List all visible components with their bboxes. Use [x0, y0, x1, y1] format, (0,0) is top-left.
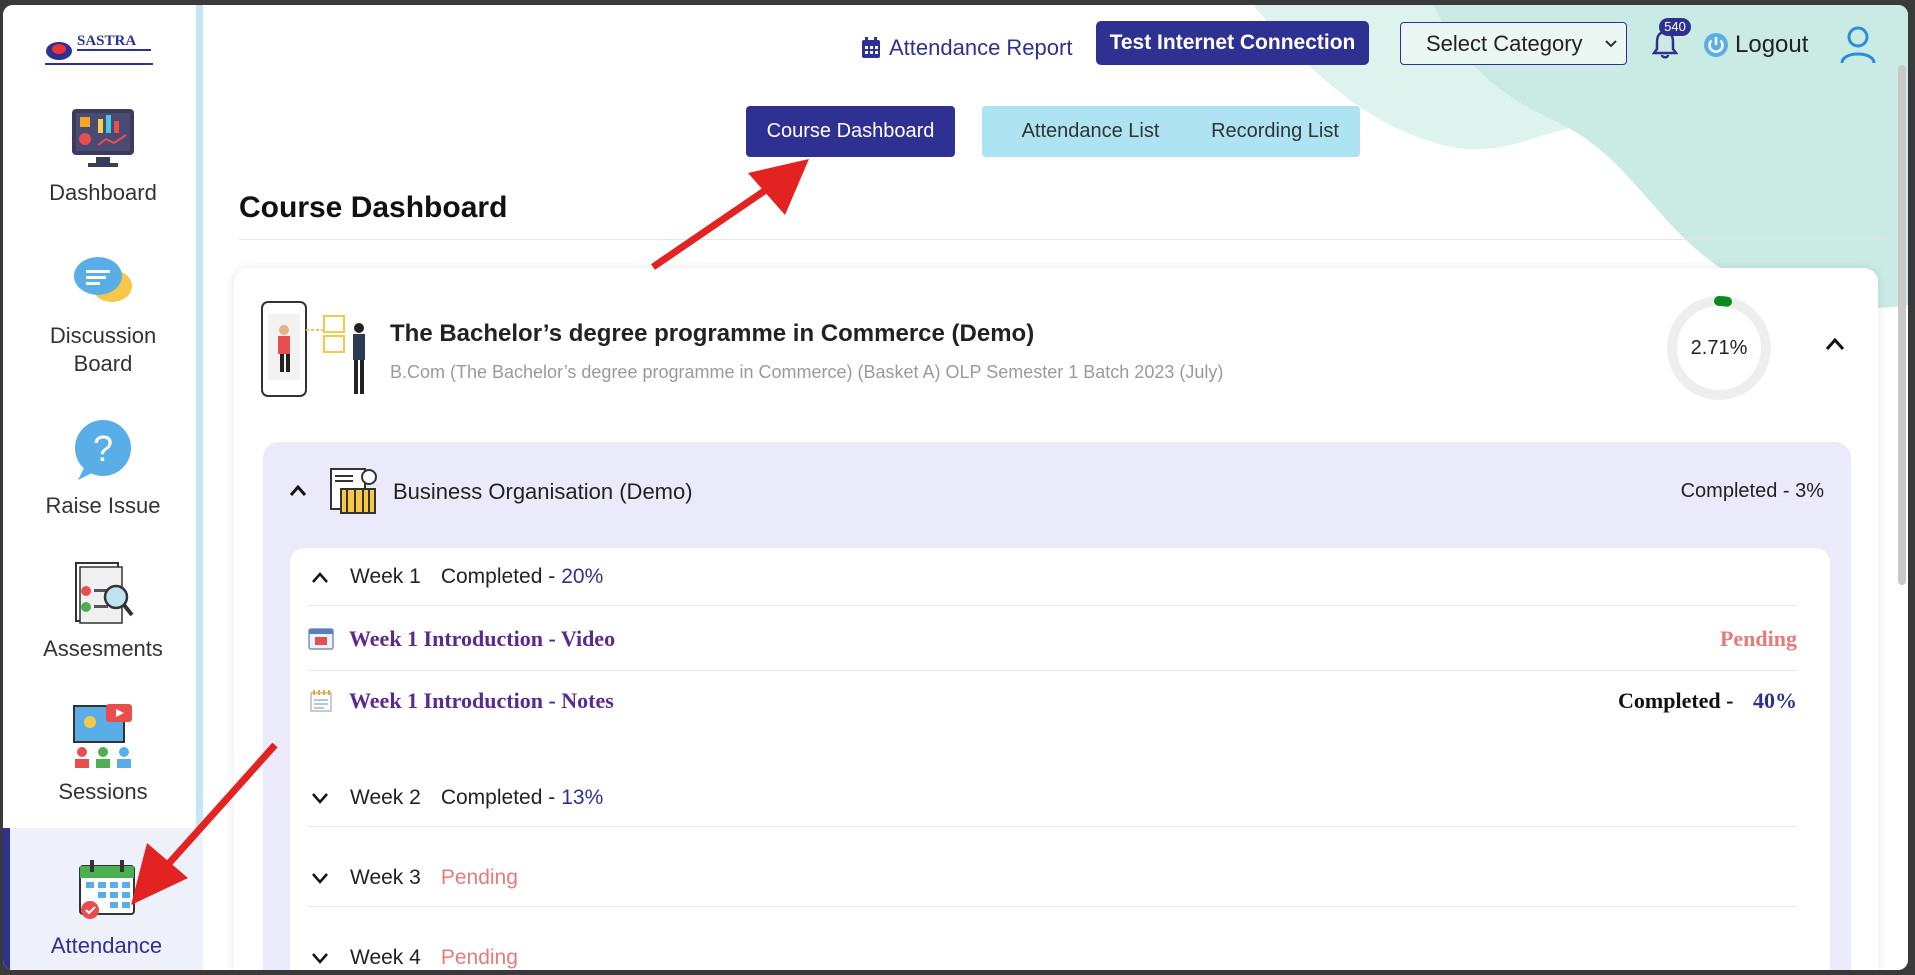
- logo-text: SASTRA: [77, 33, 136, 49]
- chevron-down-icon: [1605, 39, 1617, 47]
- page-title: Course Dashboard: [239, 191, 508, 224]
- week-row[interactable]: Week 3 Pending: [308, 849, 1797, 907]
- sastra-logo[interactable]: SASTRA: [43, 29, 155, 69]
- week-label: Week 4: [350, 946, 421, 969]
- week-row[interactable]: Week 1 Completed - 20%: [308, 548, 1797, 606]
- week-row[interactable]: Week 2 Completed - 13%: [308, 769, 1797, 827]
- select-category-dropdown[interactable]: Select Category: [1400, 22, 1627, 65]
- sidebar-item-assesments[interactable]: Assesments: [3, 561, 203, 663]
- mobile-learning-illustration: [261, 301, 365, 397]
- attendance-report-link[interactable]: Attendance Report: [861, 31, 1072, 65]
- chevron-up-icon[interactable]: [1824, 335, 1846, 353]
- video-icon: [308, 628, 334, 650]
- sidebar-item-discussion-board[interactable]: Discussion Board: [3, 248, 203, 378]
- logout-label: Logout: [1735, 31, 1809, 58]
- item-title[interactable]: Week 1 Introduction - Notes: [349, 688, 614, 714]
- sidebar-item-sessions[interactable]: Sessions: [3, 704, 203, 806]
- item-percent: 40%: [1753, 687, 1797, 713]
- tab-recording-list[interactable]: Recording List: [1190, 106, 1360, 157]
- sidebar-item-attendance[interactable]: Attendance: [3, 828, 203, 970]
- sidebar-item-label: Discussion Board: [49, 323, 157, 376]
- weeks-list: Week 1 Completed - 20% Week 1 Introducti…: [290, 548, 1830, 970]
- chevron-up-icon[interactable]: [288, 482, 308, 498]
- chevron-down-icon[interactable]: [310, 951, 330, 965]
- select-category-value: Select Category: [1426, 30, 1583, 56]
- sidebar-item-dashboard[interactable]: Dashboard: [3, 105, 203, 207]
- week-status-label: Completed -: [440, 785, 556, 809]
- sidebar-item-label: Dashboard: [49, 180, 157, 205]
- week-row[interactable]: Week 4 Pending: [308, 929, 1797, 970]
- week-label: Week 1: [350, 564, 421, 588]
- title-divider: [239, 239, 1883, 240]
- svg-text:?: ?: [93, 428, 113, 469]
- app-window: SASTRA Dashboard Discussion Board ? Rais…: [3, 5, 1908, 970]
- chevron-up-icon[interactable]: [310, 570, 330, 584]
- week-status-label: Completed -: [440, 564, 556, 588]
- sidebar-item-label: Attendance: [50, 933, 163, 958]
- subject-title[interactable]: Business Organisation (Demo): [393, 479, 693, 505]
- week-percent: 13%: [561, 785, 604, 809]
- calendar-icon: [78, 860, 135, 919]
- power-icon: [1704, 33, 1728, 57]
- arrow-to-course-dashboard: [651, 159, 809, 270]
- sidebar-item-raise-issue[interactable]: ? Raise Issue: [3, 418, 203, 520]
- item-status: Completed - 40%: [1618, 688, 1797, 714]
- programme-subtitle: B.Com (The Bachelor’s degree programme i…: [390, 362, 1224, 382]
- business-organisation-icon: [330, 468, 377, 514]
- page-scrollbar[interactable]: [1898, 65, 1906, 585]
- question-bubble-icon: ?: [75, 420, 131, 480]
- subject-status: Completed - 3%: [1680, 480, 1824, 502]
- sidebar-item-label: Raise Issue: [45, 493, 161, 518]
- tab-attendance-list[interactable]: Attendance List: [982, 106, 1199, 157]
- chevron-down-icon[interactable]: [310, 871, 330, 885]
- week-label: Week 3: [350, 865, 421, 889]
- notification-count-badge: 540: [1659, 18, 1691, 36]
- chevron-down-icon[interactable]: [310, 791, 330, 805]
- tab-course-dashboard[interactable]: Course Dashboard: [746, 106, 955, 157]
- calendar-small-icon: [862, 37, 880, 58]
- week-status: Pending: [440, 946, 518, 969]
- sidebar-item-label: Assesments: [43, 636, 163, 661]
- item-status-label: Completed -: [1618, 687, 1734, 713]
- item-status: Pending: [1719, 626, 1797, 651]
- sidebar: SASTRA Dashboard Discussion Board ? Rais…: [3, 5, 203, 970]
- assessment-icon: [75, 562, 134, 624]
- logout-button[interactable]: Logout: [1703, 28, 1808, 62]
- week-status: Pending: [440, 865, 518, 889]
- programme-progress-text: 2.71%: [1690, 336, 1748, 359]
- notes-icon: [310, 689, 332, 712]
- test-internet-connection-button[interactable]: Test Internet Connection: [1096, 21, 1369, 65]
- week-label: Week 2: [350, 785, 421, 809]
- chat-bubbles-icon: [74, 257, 132, 302]
- sidebar-item-label: Sessions: [58, 779, 148, 804]
- week-percent: 20%: [561, 564, 604, 588]
- programme-title: The Bachelor’s degree programme in Comme…: [390, 320, 1035, 347]
- subject-panel: Business Organisation (Demo) Completed -…: [263, 442, 1851, 970]
- sessions-icon: [73, 704, 132, 768]
- programme-card: The Bachelor’s degree programme in Comme…: [234, 268, 1878, 970]
- item-title[interactable]: Week 1 Introduction - Video: [349, 626, 615, 652]
- attendance-report-label: Attendance Report: [889, 35, 1073, 60]
- list-item[interactable]: Week 1 Introduction - Video Pending: [308, 609, 1797, 669]
- dashboard-icon: [72, 109, 134, 167]
- list-item[interactable]: Week 1 Introduction - Notes Completed - …: [308, 670, 1797, 730]
- user-profile-icon[interactable]: [1838, 25, 1878, 65]
